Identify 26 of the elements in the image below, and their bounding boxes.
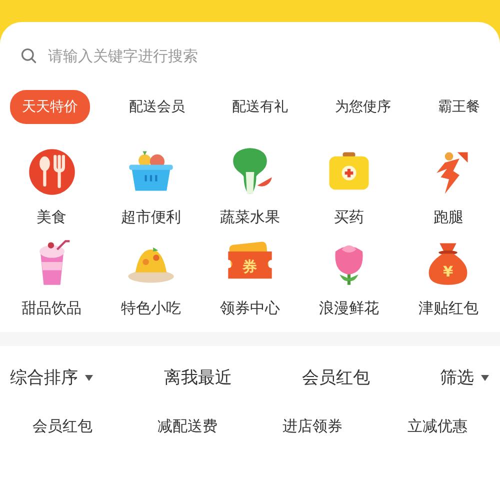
category-label[interactable]: 美食 (36, 208, 67, 227)
caret-icon (84, 374, 94, 382)
category-label[interactable]: 浪漫鲜花 (319, 299, 380, 318)
tab[interactable]: 为您使序 (327, 92, 399, 122)
sort-option[interactable]: 离我最近 (164, 362, 232, 393)
category-label[interactable]: 甜品饮品 (22, 299, 82, 318)
filter-chip[interactable]: 进店领券 (276, 413, 348, 440)
category-label[interactable]: 跑腿 (433, 208, 464, 227)
sort-option[interactable]: 会员红包 (302, 362, 370, 393)
tab[interactable]: 配送有礼 (224, 92, 296, 122)
category-label[interactable]: 蔬菜水果 (220, 208, 280, 227)
caret-icon (480, 374, 490, 382)
category-label[interactable]: 超市便利 (120, 208, 181, 227)
search-field[interactable]: 请输入关键字进行搜索 (46, 46, 480, 66)
category-label[interactable]: 领券中心 (220, 299, 280, 318)
filter-chip[interactable]: 立减优惠 (402, 413, 474, 440)
filter-chip[interactable]: 会员红包 (26, 413, 98, 440)
filter-chip[interactable]: 减配送费 (152, 413, 224, 440)
tab[interactable]: 霸王餐 (430, 92, 488, 122)
category-label[interactable]: 津贴红包 (418, 299, 478, 318)
search-icon (20, 47, 38, 65)
category-label[interactable]: 买药 (334, 208, 364, 227)
category-label[interactable]: 特色小吃 (120, 299, 181, 318)
tab[interactable]: 配送会员 (121, 92, 193, 122)
sort-option[interactable]: 筛选 (440, 362, 490, 393)
sort-option[interactable]: 综合排序 (10, 362, 94, 393)
